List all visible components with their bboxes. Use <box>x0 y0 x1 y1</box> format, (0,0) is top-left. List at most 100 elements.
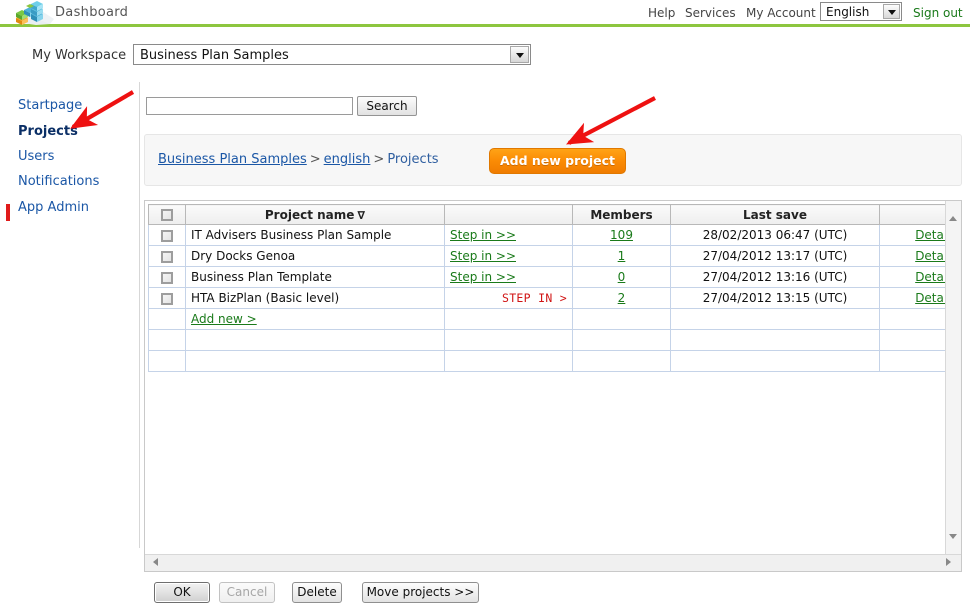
breadcrumb-panel: Business Plan Samples > english > Projects A… <box>144 134 962 186</box>
main-content: Search Business Plan Samples > english > Pro… <box>140 82 970 603</box>
sidebar-item-notifications[interactable]: Notifications <box>18 174 99 189</box>
details-link[interactable]: Details <box>915 249 945 263</box>
footer-button-bar: OK Cancel Delete Move projects >> <box>144 582 962 612</box>
row-checkbox[interactable] <box>161 271 173 284</box>
column-header-step <box>444 204 573 225</box>
table-row-empty <box>148 329 945 351</box>
table-row: IT Advisers Business Plan Sample Step in… <box>148 224 945 246</box>
cell-project-name: HTA BizPlan (Basic level) <box>185 287 445 309</box>
search-input[interactable] <box>146 97 353 115</box>
page-title: Dashboard <box>55 5 129 20</box>
details-link[interactable]: Details <box>915 228 945 242</box>
cell-members: 2 <box>572 287 671 309</box>
cell-step-in: Step in >> <box>444 245 573 267</box>
move-projects-button[interactable]: Move projects >> <box>362 582 479 603</box>
sign-out-link[interactable]: Sign out <box>913 6 963 20</box>
cell-last-save <box>670 308 880 330</box>
members-link[interactable]: 109 <box>610 228 633 242</box>
column-header-select-all[interactable] <box>148 204 186 225</box>
row-select-cell[interactable] <box>148 287 186 309</box>
step-in-label[interactable]: STEP IN > <box>450 291 567 305</box>
cell-details: Details <box>879 245 945 267</box>
header-link-help[interactable]: Help <box>648 6 675 20</box>
row-checkbox[interactable] <box>161 250 173 263</box>
table-header-row: Project name ∇ Members Last save <box>148 204 945 225</box>
row-checkbox[interactable] <box>161 229 173 242</box>
horizontal-scrollbar[interactable] <box>145 554 961 571</box>
cell-step-in: Step in >> <box>444 266 573 288</box>
column-header-project-name-label: Project name <box>264 207 355 222</box>
sidebar-item-users[interactable]: Users <box>18 149 54 164</box>
chevron-down-icon[interactable] <box>510 46 529 63</box>
cell-details: Details <box>879 224 945 246</box>
active-item-marker <box>6 204 10 221</box>
members-link[interactable]: 2 <box>618 291 626 305</box>
sidebar-item-app-admin[interactable]: App Admin <box>18 200 89 215</box>
cell-last-save: 27/04/2012 13:16 (UTC) <box>670 266 880 288</box>
cell-step-in <box>444 308 573 330</box>
cell-step-in: STEP IN > <box>444 287 573 309</box>
cell-last-save: 27/04/2012 13:17 (UTC) <box>670 245 880 267</box>
delete-button[interactable]: Delete <box>292 582 342 603</box>
column-header-project-name[interactable]: Project name ∇ <box>185 204 445 225</box>
column-header-details <box>879 204 945 225</box>
language-select[interactable]: English <box>820 2 902 21</box>
projects-table-panel: Project name ∇ Members Last save IT Advis… <box>144 200 962 572</box>
column-header-last-save[interactable]: Last save <box>670 204 880 225</box>
details-link[interactable]: Details <box>915 291 945 305</box>
table-row: Dry Docks Genoa Step in >> 1 27/04/2012 … <box>148 245 945 267</box>
cell-add-new: Add new > <box>185 308 445 330</box>
breadcrumb: Business Plan Samples > english > Projects <box>158 152 439 167</box>
cell-members: 0 <box>572 266 671 288</box>
triangle-right-icon[interactable] <box>942 556 957 570</box>
ok-button[interactable]: OK <box>154 582 210 603</box>
search-button[interactable]: Search <box>357 96 417 116</box>
triangle-up-icon[interactable] <box>946 211 961 226</box>
breadcrumb-item-workspace[interactable]: Business Plan Samples <box>158 152 307 167</box>
members-link[interactable]: 1 <box>618 249 626 263</box>
add-new-project-button[interactable]: Add new project <box>489 148 626 174</box>
column-header-members[interactable]: Members <box>572 204 671 225</box>
cell-step-in: Step in >> <box>444 224 573 246</box>
workspace-select[interactable]: Business Plan Samples <box>133 44 531 65</box>
select-all-checkbox[interactable] <box>161 209 173 221</box>
header-link-services[interactable]: Services <box>685 6 736 20</box>
step-in-link[interactable]: Step in >> <box>450 228 516 242</box>
add-new-link[interactable]: Add new > <box>191 312 257 326</box>
cell-last-save: 28/02/2013 06:47 (UTC) <box>670 224 880 246</box>
row-select-cell[interactable] <box>148 245 186 267</box>
cell-project-name: Business Plan Template <box>185 266 445 288</box>
details-link[interactable]: Details <box>915 270 945 284</box>
row-select-cell <box>148 308 186 330</box>
row-checkbox[interactable] <box>161 292 173 305</box>
projects-grid-viewport: Project name ∇ Members Last save IT Advis… <box>145 201 945 554</box>
language-select-value: English <box>826 5 870 19</box>
table-row: Business Plan Template Step in >> 0 27/0… <box>148 266 945 288</box>
workspace-label: My Workspace <box>32 48 127 63</box>
workspace-select-value: Business Plan Samples <box>140 48 289 63</box>
vertical-scrollbar[interactable] <box>945 201 961 554</box>
step-in-link[interactable]: Step in >> <box>450 270 516 284</box>
sort-descending-icon[interactable]: ∇ <box>357 209 365 222</box>
sidebar-item-projects[interactable]: Projects <box>18 124 78 139</box>
sidebar-nav: Startpage Projects Users Notifications A… <box>0 82 140 548</box>
triangle-left-icon[interactable] <box>149 556 164 570</box>
cancel-button: Cancel <box>219 582 275 603</box>
sidebar-item-startpage[interactable]: Startpage <box>18 98 82 113</box>
app-logo-icon <box>10 0 54 26</box>
row-select-cell[interactable] <box>148 266 186 288</box>
header-link-my-account[interactable]: My Account <box>746 6 816 20</box>
members-link[interactable]: 0 <box>618 270 626 284</box>
cell-project-name: Dry Docks Genoa <box>185 245 445 267</box>
cell-details <box>879 308 945 330</box>
breadcrumb-item-english[interactable]: english <box>324 152 371 167</box>
step-in-link[interactable]: Step in >> <box>450 249 516 263</box>
row-select-cell[interactable] <box>148 224 186 246</box>
cell-details: Details <box>879 287 945 309</box>
triangle-down-icon[interactable] <box>946 529 961 544</box>
workspace-selector-row: My Workspace Business Plan Samples <box>0 44 970 68</box>
table-row-empty <box>148 350 945 372</box>
cell-members: 1 <box>572 245 671 267</box>
chevron-down-icon[interactable] <box>883 4 900 19</box>
cell-members <box>572 308 671 330</box>
